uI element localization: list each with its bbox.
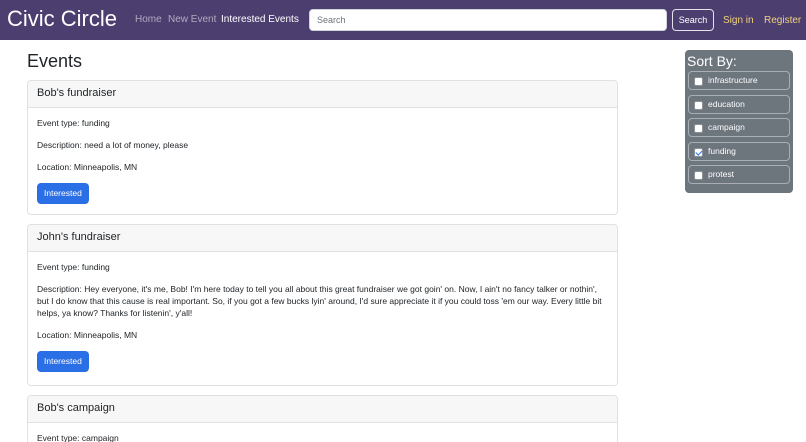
event-title: Bob's campaign [28,396,617,423]
checkbox-campaign[interactable] [694,124,703,133]
nav-new-event[interactable]: New Event [168,13,216,26]
event-description: Description: need a lot of money, please [37,140,189,150]
sort-panel: Sort By: infrastructure education campai… [685,50,793,193]
checkbox-infrastructure[interactable] [694,77,703,86]
interested-button[interactable]: Interested [37,351,89,372]
event-body: Event type: funding Description: need a … [28,108,617,204]
nav-home[interactable]: Home [135,13,162,26]
brand-logo[interactable]: Civic Circle [7,5,117,33]
event-body: Event type: campaign [28,423,617,442]
navbar: Civic Circle Home New Event Interested E… [0,0,806,40]
sort-option-infrastructure[interactable]: infrastructure [688,71,790,90]
checkbox-protest[interactable] [694,171,703,180]
sort-option-campaign[interactable]: campaign [688,118,790,137]
sort-label: protest [708,169,734,179]
event-title: John's fundraiser [28,225,617,252]
search-input[interactable] [309,9,667,31]
page-title: Events [27,51,83,71]
nav-interested-events[interactable]: Interested Events [221,13,299,26]
sort-option-education[interactable]: education [688,95,790,114]
event-location: Location: Minneapolis, MN [37,162,138,172]
search-button[interactable]: Search [672,9,714,31]
interested-button[interactable]: Interested [37,183,89,204]
sort-title: Sort By: [687,53,737,69]
checkbox-education[interactable] [694,101,703,110]
event-card: Bob's fundraiser Event type: funding Des… [27,80,618,215]
sort-label: campaign [708,122,745,132]
sort-label: infrastructure [708,75,758,85]
sort-option-protest[interactable]: protest [688,165,790,184]
event-type: Event type: funding [37,262,110,272]
register-link[interactable]: Register [764,14,801,27]
sort-option-funding[interactable]: funding [688,142,790,161]
checkbox-funding[interactable] [694,148,703,157]
sign-in-link[interactable]: Sign in [723,14,754,27]
event-card: Bob's campaign Event type: campaign [27,395,618,442]
event-title: Bob's fundraiser [28,81,617,108]
event-description: Description: Hey everyone, it's me, Bob!… [37,284,602,318]
sort-label: funding [708,146,736,156]
event-type: Event type: funding [37,118,110,128]
event-location: Location: Minneapolis, MN [37,330,138,340]
event-type: Event type: campaign [37,433,119,442]
event-card: John's fundraiser Event type: funding De… [27,224,618,386]
sort-label: education [708,99,745,109]
event-body: Event type: funding Description: Hey eve… [28,252,617,372]
